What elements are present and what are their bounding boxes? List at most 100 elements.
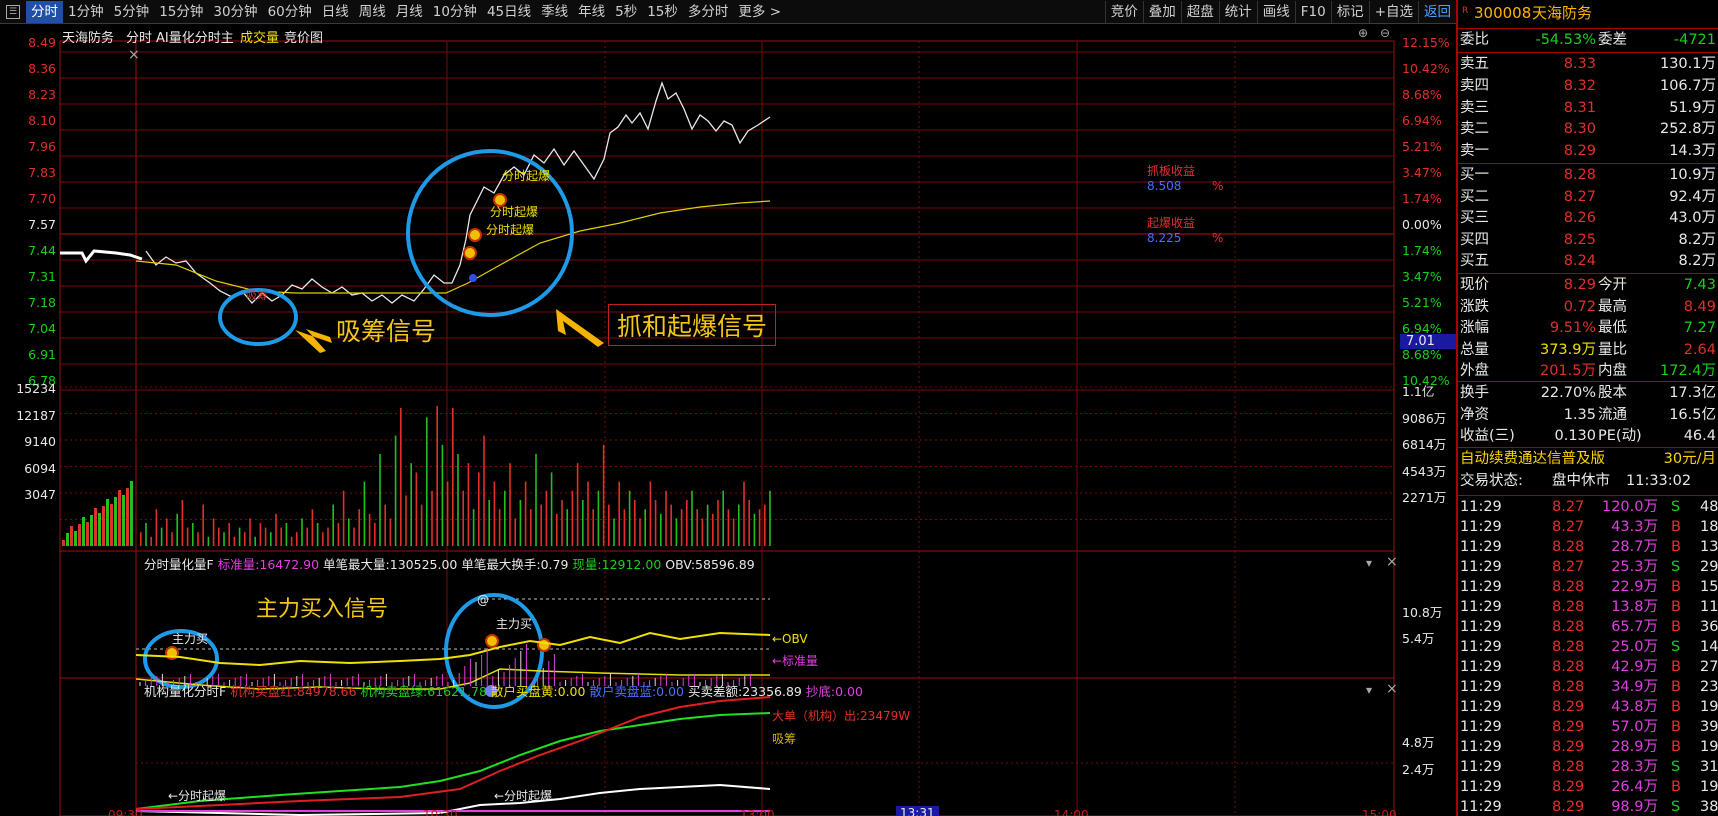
period-tab-1[interactable]: 1分钟	[63, 1, 109, 23]
price-label-8: 7.44	[28, 243, 56, 258]
time-1030: 10:30	[423, 808, 458, 816]
volume-bar-84	[576, 463, 579, 546]
chart-auction-label[interactable]: 竞价图	[284, 27, 323, 46]
volume-bar-63	[467, 463, 470, 546]
tool-button-3[interactable]: 统计	[1218, 1, 1257, 23]
ind2-qibao-tag-1: ←分时起爆	[168, 789, 227, 803]
bid-volume: 10.9万	[1669, 167, 1716, 183]
tool-button-5[interactable]: F10	[1294, 1, 1331, 23]
bid-label: 买四	[1460, 231, 1489, 248]
current-price-tag: 7.01	[1400, 334, 1456, 349]
ad-row[interactable]: 自动续费通达信普及版 30元/月	[1458, 449, 1718, 471]
volume-bar-97	[644, 509, 646, 546]
vol-label-0: 15234	[16, 381, 56, 396]
tool-button-1[interactable]: 叠加	[1142, 1, 1181, 23]
period-tab-6[interactable]: 日线	[317, 1, 354, 23]
volume-bar-119	[758, 509, 761, 546]
zoom-out-icon[interactable]: ⊖	[1380, 26, 1390, 40]
ind1-close-icon[interactable]: ×	[1386, 554, 1398, 570]
close-auction-icon[interactable]: ×	[128, 47, 140, 63]
signal-marker-5	[537, 638, 551, 652]
tool-button-6[interactable]: 标记	[1330, 1, 1369, 23]
volume-bar-92	[618, 481, 620, 546]
pct-label-0: 12.15%	[1402, 35, 1450, 50]
tool-button-4[interactable]: 画线	[1256, 1, 1295, 23]
tick-volume: 120.0万	[1601, 499, 1658, 515]
volume-bar-59	[446, 481, 449, 546]
tick-direction: S	[1671, 639, 1681, 655]
volume-bar-118	[753, 513, 756, 546]
bid-row-4: 买五 8.24 8.2万	[1458, 251, 1718, 273]
ind2-dropdown-icon[interactable]: ▾	[1366, 683, 1372, 697]
ad-price[interactable]: 30元/月	[1664, 449, 1716, 471]
period-tab-4[interactable]: 30分钟	[208, 1, 262, 23]
tool-button-0[interactable]: 竞价	[1104, 1, 1143, 23]
tick-row-9: 11:29 8.28 34.9万 B 23	[1458, 677, 1718, 699]
tick-count: 31	[1700, 759, 1718, 775]
tick-volume: 22.9万	[1611, 579, 1658, 595]
tick-direction: B	[1671, 739, 1681, 755]
period-tab-11[interactable]: 季线	[536, 1, 573, 23]
volume-bar-53	[415, 472, 418, 546]
ad-text[interactable]: 自动续费通达信普及版	[1460, 449, 1605, 471]
period-tab-16[interactable]: 更多 >	[733, 1, 786, 23]
period-tab-7[interactable]: 周线	[354, 1, 391, 23]
volume-bar-90	[608, 504, 610, 546]
period-tab-14[interactable]: 15秒	[642, 1, 683, 23]
stat-value-b: 8.49	[1683, 298, 1716, 315]
chart-volume-label[interactable]: 成交量	[240, 27, 279, 46]
tick-row-11: 11:29 8.29 57.0万 B 39	[1458, 717, 1718, 739]
tick-price: 8.28	[1552, 679, 1585, 695]
period-tab-12[interactable]: 年线	[573, 1, 610, 23]
tick-volume: 13.8万	[1611, 599, 1658, 615]
zhuaban-unit: %	[1212, 179, 1224, 193]
tool-button-7[interactable]: +自选	[1368, 1, 1418, 23]
period-tab-8[interactable]: 月线	[391, 1, 428, 23]
period-tab-3[interactable]: 15分钟	[154, 1, 208, 23]
period-tab-15[interactable]: 多分时	[683, 1, 734, 23]
ind1-dropdown-icon[interactable]: ▾	[1366, 556, 1372, 570]
pct-label-4: 5.21%	[1402, 139, 1442, 154]
indicator1-header: 分时量化量F 标准量:16472.90 单笔最大量:130525.00 单笔最大…	[144, 554, 755, 573]
volume-bar-109	[706, 504, 709, 546]
volume-bar-16	[223, 532, 225, 546]
period-tab-5[interactable]: 60分钟	[263, 1, 317, 23]
zoom-in-icon[interactable]: ⊕	[1358, 26, 1368, 40]
period-tab-13[interactable]: 5秒	[610, 1, 642, 23]
xichou-signal-label: 吸筹信号	[336, 317, 437, 346]
zhuaban-title: 抓板收益	[1147, 164, 1196, 178]
price-label-3: 8.10	[28, 113, 56, 128]
period-tab-0[interactable]: 分时	[26, 0, 63, 23]
tool-button-8[interactable]: 返回	[1418, 1, 1456, 23]
tool-button-2[interactable]: 超盘	[1180, 1, 1219, 23]
period-tab-9[interactable]: 10分钟	[428, 1, 482, 23]
time-1400: 14:00	[1054, 808, 1089, 816]
tick-time: 11:29	[1460, 779, 1502, 795]
volume-bar-98	[649, 481, 652, 546]
menu-icon[interactable]: ☰	[6, 4, 20, 19]
fund-value-a: 22.70%	[1540, 385, 1596, 401]
volume-bar-48	[389, 518, 392, 546]
volume-bar-107	[696, 509, 698, 546]
volume-bar-117	[748, 500, 750, 546]
ask-price: 8.30	[1563, 121, 1596, 138]
tick-count: 15	[1700, 579, 1718, 595]
volume-bar-113	[727, 509, 730, 546]
ask-row-2: 卖三 8.31 51.9万	[1458, 98, 1718, 120]
ask-label: 卖五	[1460, 56, 1489, 72]
period-tab-10[interactable]: 45日线	[482, 1, 536, 23]
volume-bar-14	[212, 518, 215, 546]
volume-bar-51	[405, 495, 407, 546]
stat-label-a: 涨跌	[1460, 298, 1489, 315]
volume-bar-106	[691, 490, 693, 546]
qibao-signal-label: 抓和起爆信号	[608, 304, 777, 346]
period-tab-2[interactable]: 5分钟	[109, 1, 155, 23]
auction-vol-5	[82, 517, 85, 546]
ind2-close-icon[interactable]: ×	[1386, 681, 1398, 697]
tick-time: 11:29	[1460, 639, 1502, 655]
ind2-retail-buy-value: 0.00	[557, 684, 586, 699]
price-label-9: 7.31	[28, 269, 56, 284]
tick-time: 11:29	[1460, 559, 1502, 575]
volume-bar-108	[701, 518, 704, 546]
tick-time: 11:29	[1460, 739, 1502, 755]
